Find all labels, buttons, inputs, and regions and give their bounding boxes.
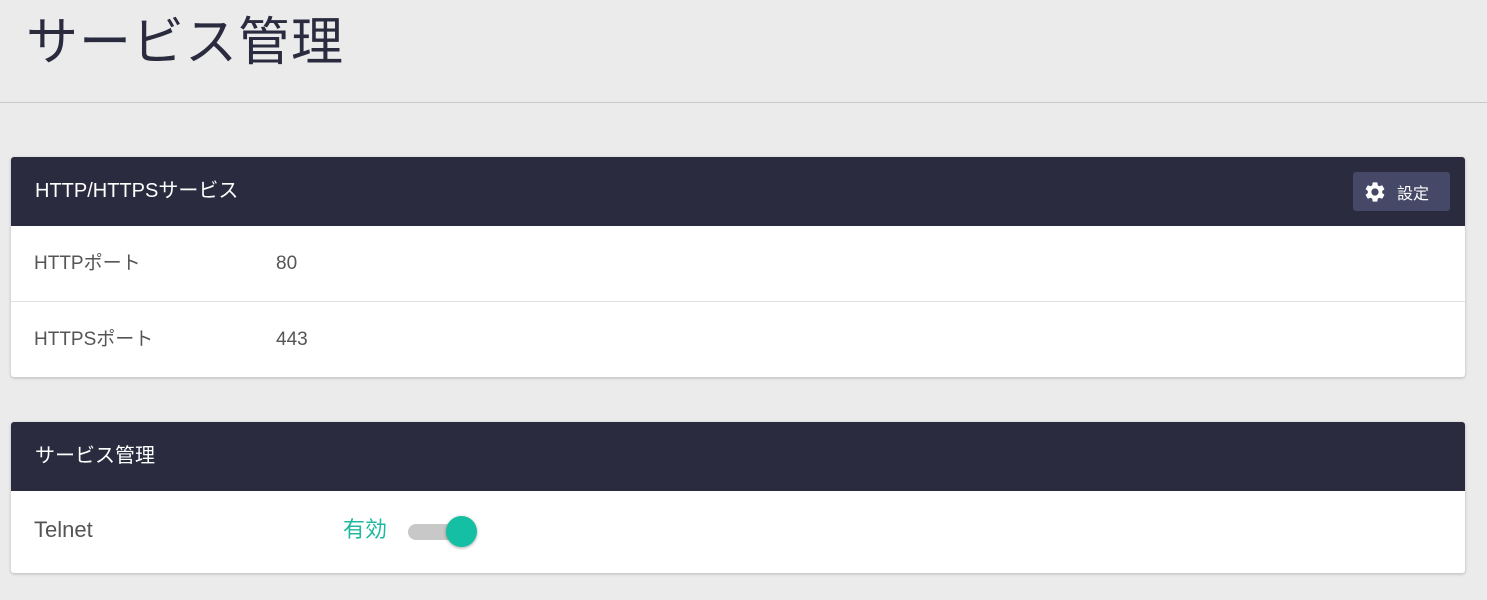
list-item: Telnet 有効 [11, 491, 1465, 573]
page-header: サービス管理 [0, 0, 1487, 103]
http-port-label: HTTPポート [34, 253, 141, 274]
table-row: HTTPSポート 443 [11, 302, 1465, 377]
https-port-value: 443 [276, 329, 308, 350]
settings-button-label: 設定 [1397, 185, 1430, 203]
http-https-service-card: HTTP/HTTPSサービス 設定 HTTPポート 80 HTTPSポート 44… [11, 157, 1465, 377]
table-row: HTTPポート 80 [11, 226, 1465, 302]
card-title: サービス管理 [35, 445, 155, 467]
card-header: HTTP/HTTPSサービス 設定 [11, 157, 1465, 226]
gear-icon [1363, 180, 1387, 204]
card-title: HTTP/HTTPSサービス [35, 180, 239, 202]
telnet-toggle[interactable] [408, 516, 480, 547]
https-port-label: HTTPSポート [34, 329, 154, 350]
telnet-status: 有効 [343, 517, 388, 542]
service-management-card: サービス管理 Telnet 有効 [11, 422, 1465, 573]
settings-button[interactable]: 設定 [1353, 172, 1450, 211]
card-header: サービス管理 [11, 422, 1465, 491]
toggle-knob [446, 516, 477, 547]
http-port-value: 80 [276, 253, 298, 274]
page-title: サービス管理 [26, 14, 345, 72]
telnet-label: Telnet [34, 517, 93, 542]
